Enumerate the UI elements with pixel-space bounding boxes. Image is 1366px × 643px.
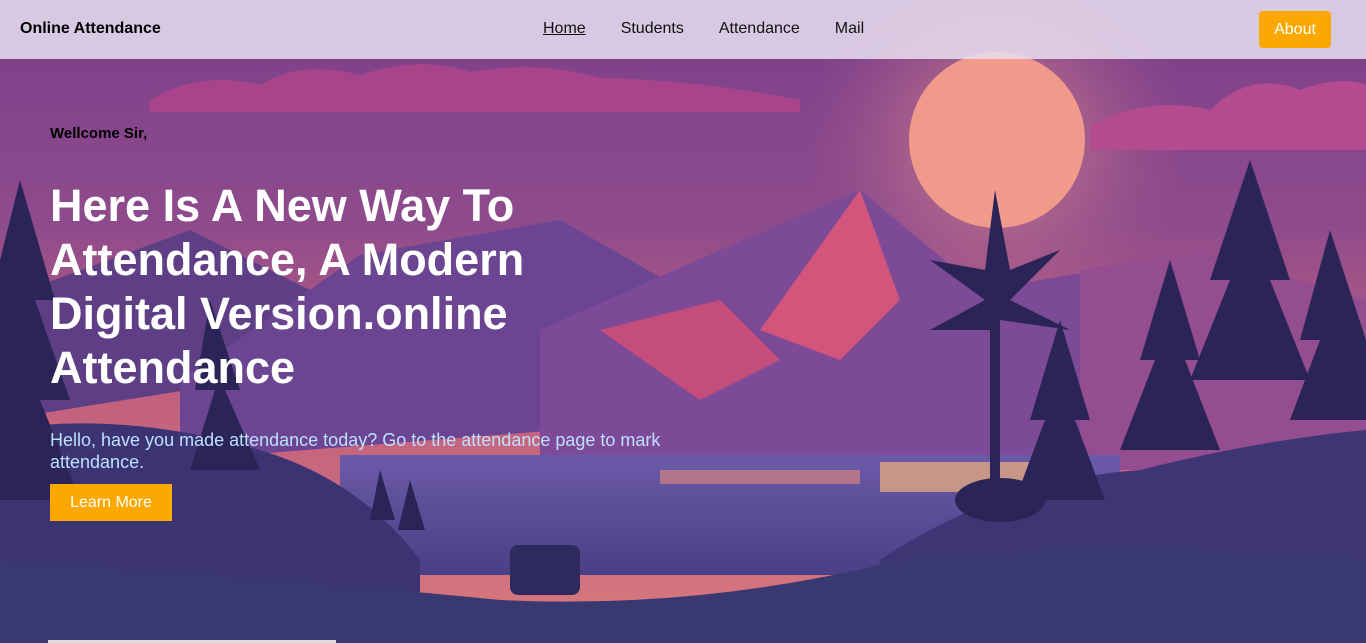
lake-glow-2 xyxy=(660,470,860,484)
greeting-text: Wellcome Sir, xyxy=(50,125,148,142)
learn-more-button[interactable]: Learn More xyxy=(50,484,172,521)
hero-section: Wellcome Sir, Here Is A New Way To Atten… xyxy=(50,124,690,521)
nav-link-students[interactable]: Students xyxy=(621,19,684,39)
hero-headline: Here Is A New Way To Attendance, A Moder… xyxy=(50,180,525,393)
top-navbar: Online Attendance Home Students Attendan… xyxy=(0,0,1366,59)
main-nav: Home Students Attendance Mail xyxy=(543,19,864,39)
rock xyxy=(510,545,580,595)
nav-link-mail[interactable]: Mail xyxy=(835,19,864,39)
nav-link-attendance[interactable]: Attendance xyxy=(719,19,800,39)
brand-logo[interactable]: Online Attendance xyxy=(20,19,161,39)
nav-link-home[interactable]: Home xyxy=(543,19,586,39)
landing-page: Online Attendance Home Students Attendan… xyxy=(0,0,1366,643)
about-button[interactable]: About xyxy=(1259,11,1331,48)
hero-subtext: Hello, have you made attendance today? G… xyxy=(50,430,661,472)
